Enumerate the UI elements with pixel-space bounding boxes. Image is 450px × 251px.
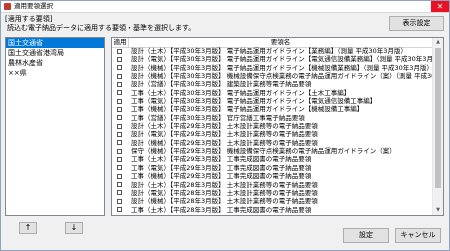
table-body: 設計（土木）【平成30年3月版】 電子納品運用ガイドライン【業務編】（測量 平成… xyxy=(112,47,433,214)
table-row[interactable]: 設計（土木）【平成28年3月版】 土木設計業務等の電子納品要領 xyxy=(112,181,433,189)
section-label: [適用する要領] xyxy=(5,15,53,23)
apply-checkbox[interactable] xyxy=(117,115,122,121)
guideline-name: 設計（機械）【平成30年3月版】 機械設備保守点検業務の電子納品運用ガイドライン… xyxy=(131,72,433,81)
window-title: 適用要領選択 xyxy=(14,2,53,10)
guideline-name: 工事（営繕）【平成30年3月版】 官庁営繕工事電子納品要領 xyxy=(131,113,305,122)
apply-checkbox[interactable] xyxy=(117,165,122,171)
apply-checkbox[interactable] xyxy=(117,207,122,213)
table-row[interactable]: 工事（電気）【平成29年3月版】 工事完成図書の電子納品要領 xyxy=(112,164,433,172)
apply-checkbox[interactable] xyxy=(117,98,122,104)
app-icon xyxy=(4,3,11,10)
table-row[interactable]: 設計（営繕）【平成30年3月版】 建築設計業務等電子納品要領 xyxy=(112,80,433,88)
vertical-scrollbar[interactable]: ▲ ▼ xyxy=(432,38,443,215)
apply-checkbox[interactable] xyxy=(117,198,122,204)
scroll-thumb[interactable] xyxy=(435,48,441,188)
apply-checkbox[interactable] xyxy=(117,173,122,179)
table-row[interactable]: 設計（機械）【平成30年3月版】 機械設備保守点検業務の電子納品運用ガイドライン… xyxy=(112,72,433,80)
close-icon[interactable]: ✕ xyxy=(431,1,449,12)
guideline-name: 設計（土木）【平成30年3月版】 電子納品運用ガイドライン【業務編】（測量 平成… xyxy=(131,47,407,55)
column-header-name[interactable]: 要領名 xyxy=(129,38,433,47)
table-row[interactable]: 工事（機械）【平成30年3月版】 電子納品運用ガイドライン【機械設備工事編】 xyxy=(112,105,433,113)
guideline-name: 設計（機械）【平成28年3月版】 土木設計業務等の電子納品要領 xyxy=(131,197,318,206)
table-row[interactable]: 工事（機械）【平成29年3月版】 工事完成図書の電子納品要領 xyxy=(112,172,433,180)
guideline-table: 適用 要領名 設計（土木）【平成30年3月版】 電子納品運用ガイドライン【業務編… xyxy=(111,37,444,216)
guideline-name: 工事（土木）【平成29年3月版】 工事完成図書の電子納品要領 xyxy=(131,155,312,164)
guideline-name: 保守（機械）【平成29年3月版】 機械設備保守点検業務の電子納品運用ガイドライン… xyxy=(131,147,396,156)
apply-checkbox[interactable] xyxy=(117,106,122,112)
ok-button[interactable]: 設定 xyxy=(343,228,389,243)
apply-checkbox[interactable] xyxy=(117,182,122,187)
guideline-name: 設計（機械）【平成30年3月版】 電子納品運用ガイドライン【機械設備業務編】（測… xyxy=(131,63,433,72)
column-header-apply[interactable]: 適用 xyxy=(112,38,129,47)
apply-checkbox[interactable] xyxy=(117,148,122,154)
organization-list[interactable]: 国土交通省 国土交通省港湾局 農林水産省 ××県 xyxy=(5,37,105,216)
guideline-name: 設計（電気）【平成29年3月版】 土木設計業務等の電子納品要領 xyxy=(131,130,318,139)
guideline-name: 設計（土木）【平成28年3月版】 土木設計業務等の電子納品要領 xyxy=(131,180,318,189)
move-down-button[interactable]: ↓ xyxy=(65,222,83,234)
scroll-up-arrow-icon[interactable]: ▲ xyxy=(433,38,443,47)
display-settings-button[interactable]: 表示設定 xyxy=(389,16,444,31)
organization-item[interactable]: ××県 xyxy=(6,68,104,78)
table-row[interactable]: 設計（電気）【平成30年3月版】 電子納品運用ガイドライン【電気通信設備業務編】… xyxy=(112,55,433,63)
apply-checkbox[interactable] xyxy=(117,140,122,146)
organization-item[interactable]: 国土交通省 xyxy=(6,38,104,48)
apply-checkbox[interactable] xyxy=(117,48,122,54)
guideline-name: 工事（機械）【平成29年3月版】 工事完成図書の電子納品要領 xyxy=(131,172,312,181)
table-row[interactable]: 工事（土木）【平成28年3月版】 工事完成図書の電子納品要領 xyxy=(112,206,433,214)
table-row[interactable]: 設計（電気）【平成29年3月版】 土木設計業務等の電子納品要領 xyxy=(112,130,433,138)
guideline-name: 工事（電気）【平成29年3月版】 工事完成図書の電子納品要領 xyxy=(131,163,312,172)
table-row[interactable]: 設計（機械）【平成29年3月版】 土木設計業務等の電子納品要領 xyxy=(112,139,433,147)
guideline-name: 工事（土木）【平成30年3月版】 電子納品運用ガイドライン【土木工事編】 xyxy=(131,88,351,97)
guideline-name: 工事（機械）【平成30年3月版】 電子納品運用ガイドライン【機械設備工事編】 xyxy=(131,105,364,114)
guideline-name: 工事（電気）【平成30年3月版】 電子納品運用ガイドライン【電気通信設備工事編】 xyxy=(131,97,377,106)
apply-checkbox[interactable] xyxy=(117,81,122,87)
guideline-name: 工事（土木）【平成28年3月版】 工事完成図書の電子納品要領 xyxy=(131,205,312,214)
guideline-name: 設計（電気）【平成28年3月版】 土木設計業務等の電子納品要領 xyxy=(131,188,318,197)
table-row[interactable]: 設計（機械）【平成28年3月版】 土木設計業務等の電子納品要領 xyxy=(112,197,433,205)
apply-checkbox[interactable] xyxy=(117,190,122,196)
dialog-window: 適用要領選択 ✕ [適用する要領] 読込む電子納品データに適用する要領・基準を選… xyxy=(0,0,450,251)
move-up-button[interactable]: ↑ xyxy=(19,222,37,234)
table-row[interactable]: 設計（土木）【平成29年3月版】 土木設計業務等の電子納品要領 xyxy=(112,122,433,130)
instruction-text: 読込む電子納品データに適用する要領・基準を選択します。 xyxy=(7,24,196,32)
guideline-name: 設計（営繕）【平成30年3月版】 建築設計業務等電子納品要領 xyxy=(131,80,312,89)
apply-checkbox[interactable] xyxy=(117,156,122,162)
organization-item[interactable]: 国土交通省港湾局 xyxy=(6,48,104,58)
apply-checkbox[interactable] xyxy=(117,123,122,129)
apply-checkbox[interactable] xyxy=(117,56,122,62)
organization-item[interactable]: 農林水産省 xyxy=(6,58,104,68)
table-row[interactable]: 設計（土木）【平成30年3月版】 電子納品運用ガイドライン【業務編】（測量 平成… xyxy=(112,47,433,55)
table-row[interactable]: 設計（機械）【平成30年3月版】 電子納品運用ガイドライン【機械設備業務編】（測… xyxy=(112,64,433,72)
table-row[interactable]: 工事（土木）【平成29年3月版】 工事完成図書の電子納品要領 xyxy=(112,155,433,163)
cancel-button[interactable]: キャンセル xyxy=(395,228,441,243)
table-row[interactable]: 保守（機械）【平成29年3月版】 機械設備保守点検業務の電子納品運用ガイドライン… xyxy=(112,147,433,155)
table-row[interactable]: 工事（電気）【平成30年3月版】 電子納品運用ガイドライン【電気通信設備工事編】 xyxy=(112,97,433,105)
guideline-name: 設計（機械）【平成29年3月版】 土木設計業務等の電子納品要領 xyxy=(131,138,318,147)
apply-checkbox[interactable] xyxy=(117,73,122,79)
apply-checkbox[interactable] xyxy=(117,90,122,96)
table-row[interactable]: 工事（土木）【平成30年3月版】 電子納品運用ガイドライン【土木工事編】 xyxy=(112,89,433,97)
title-bar: 適用要領選択 ✕ xyxy=(1,1,449,13)
table-row[interactable]: 設計（電気）【平成28年3月版】 土木設計業務等の電子納品要領 xyxy=(112,189,433,197)
apply-checkbox[interactable] xyxy=(117,131,122,137)
guideline-name: 設計（電気）【平成30年3月版】 電子納品運用ガイドライン【電気通信設備業務編】… xyxy=(131,55,433,64)
table-row[interactable]: 工事（営繕）【平成30年3月版】 官庁営繕工事電子納品要領 xyxy=(112,114,433,122)
scroll-down-arrow-icon[interactable]: ▼ xyxy=(433,206,443,215)
apply-checkbox[interactable] xyxy=(117,65,122,71)
guideline-name: 設計（土木）【平成29年3月版】 土木設計業務等の電子納品要領 xyxy=(131,122,318,131)
